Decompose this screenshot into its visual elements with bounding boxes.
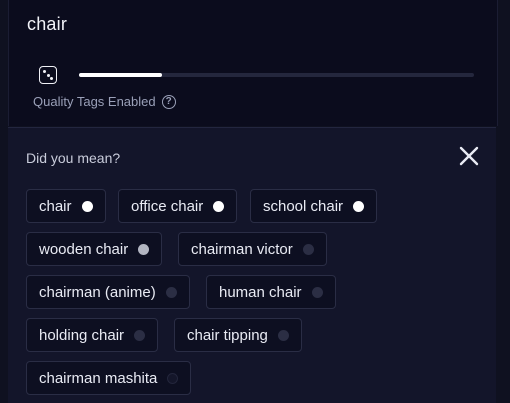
- dice-icon[interactable]: [39, 66, 57, 84]
- popularity-dot-icon: [353, 200, 365, 212]
- strength-slider-fill: [79, 73, 162, 77]
- suggestion-chip[interactable]: office chair: [118, 189, 238, 223]
- popularity-dot-icon: [213, 200, 225, 212]
- suggestion-chip[interactable]: human chair: [206, 275, 336, 309]
- popularity-dot-icon: [134, 329, 146, 341]
- suggestion-chip-label: office chair: [131, 197, 204, 215]
- close-icon[interactable]: [458, 145, 480, 167]
- question-circle-icon[interactable]: ?: [161, 94, 176, 109]
- popularity-dot-icon: [311, 286, 323, 298]
- dice-pip: [46, 73, 50, 77]
- quality-tags-label: Quality Tags Enabled: [33, 94, 156, 109]
- popularity-dot-icon: [167, 372, 179, 384]
- close-icon-glyph: [459, 146, 479, 166]
- tag-suggestion-ui: chair Quality Tags Enabled ? Did you mea…: [0, 0, 510, 403]
- popularity-dot-icon: [81, 200, 93, 212]
- suggestion-chip-label: wooden chair: [39, 240, 129, 258]
- suggestion-chip-label: human chair: [219, 283, 302, 301]
- prompt-text[interactable]: chair: [27, 14, 67, 35]
- suggestion-chip[interactable]: holding chair: [26, 318, 159, 352]
- suggestion-chip-label: chair: [39, 197, 72, 215]
- suggestion-chip-label: school chair: [263, 197, 344, 215]
- dice-pip: [50, 77, 53, 80]
- suggestions-panel: Did you mean? chair office chair school ch…: [8, 127, 496, 403]
- suggestion-chip[interactable]: wooden chair: [26, 232, 163, 266]
- suggestion-chip-label: holding chair: [39, 326, 125, 344]
- suggestion-chip[interactable]: chair tipping: [174, 318, 302, 352]
- suggestion-chip[interactable]: school chair: [250, 189, 378, 223]
- suggestion-chip[interactable]: chairman mashita: [26, 361, 192, 395]
- popularity-dot-icon: [277, 329, 289, 341]
- popularity-dot-icon: [302, 243, 314, 255]
- suggestion-chip-label: chairman (anime): [39, 283, 156, 301]
- popularity-dot-icon: [165, 286, 177, 298]
- strength-slider[interactable]: [79, 73, 474, 77]
- suggestion-chip[interactable]: chairman (anime): [26, 275, 190, 309]
- popularity-dot-icon: [138, 243, 150, 255]
- prompt-card: chair Quality Tags Enabled ?: [8, 0, 498, 126]
- suggestion-chip-label: chair tipping: [187, 326, 268, 344]
- suggestion-chip-label: chairman victor: [191, 240, 293, 258]
- suggestion-chip-label: chairman mashita: [39, 369, 158, 387]
- quality-tags-row: Quality Tags Enabled ?: [33, 94, 176, 109]
- dice-pip: [43, 70, 46, 73]
- suggestion-chip[interactable]: chairman victor: [178, 232, 327, 266]
- suggestion-chip[interactable]: chair: [26, 189, 106, 223]
- suggestions-title: Did you mean?: [26, 150, 121, 166]
